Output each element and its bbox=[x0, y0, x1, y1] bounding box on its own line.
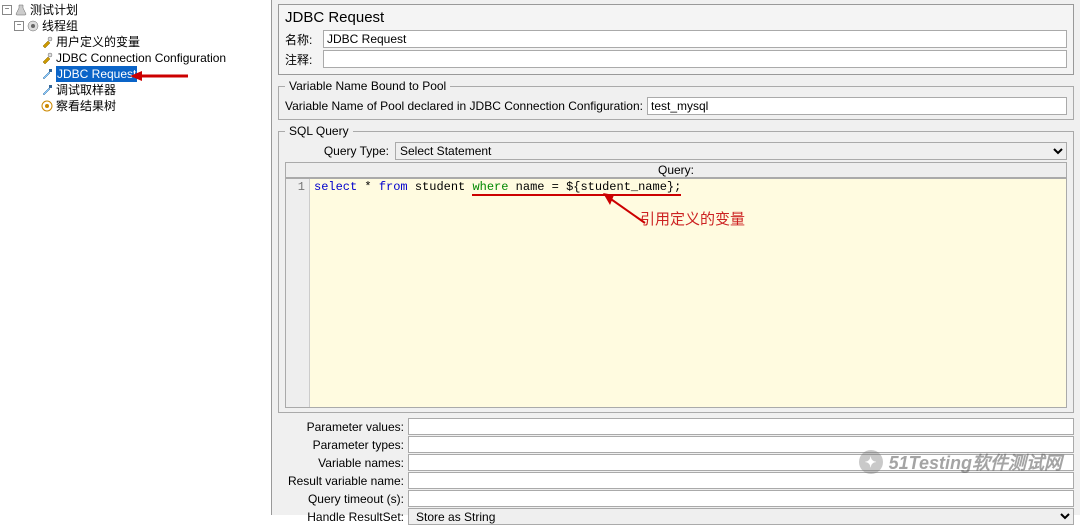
sql-fieldset: SQL Query Query Type: Select Statement Q… bbox=[278, 124, 1074, 413]
result-var-label: Result variable name: bbox=[278, 474, 408, 488]
pipette-icon bbox=[40, 83, 54, 97]
param-types-input[interactable] bbox=[408, 436, 1074, 453]
sql-code[interactable]: select * from student where name = ${stu… bbox=[310, 179, 1066, 407]
header-box: JDBC Request 名称: 注释: bbox=[278, 4, 1074, 75]
handle-rs-select[interactable]: Store as String bbox=[408, 508, 1074, 525]
timeout-label: Query timeout (s): bbox=[278, 492, 408, 506]
tree-label: 线程组 bbox=[42, 18, 78, 34]
query-cell-header: Query: bbox=[285, 162, 1067, 178]
bottom-form: Parameter values: Parameter types: Varia… bbox=[272, 415, 1080, 530]
wrench-icon bbox=[40, 51, 54, 65]
name-label: 名称: bbox=[285, 31, 323, 48]
tree-node-resultstree[interactable]: 察看结果树 bbox=[0, 98, 271, 114]
comment-input[interactable] bbox=[323, 50, 1067, 68]
collapse-icon[interactable]: − bbox=[2, 5, 12, 15]
scope-icon bbox=[40, 99, 54, 113]
tree-node-uservars[interactable]: 用户定义的变量 bbox=[0, 34, 271, 50]
query-type-label: Query Type: bbox=[285, 144, 395, 158]
param-types-label: Parameter types: bbox=[278, 438, 408, 452]
comment-label: 注释: bbox=[285, 51, 323, 68]
tree-node-jdbcrequest[interactable]: JDBC Request bbox=[0, 66, 271, 82]
param-values-label: Parameter values: bbox=[278, 420, 408, 434]
tree-panel: − 测试计划 − 线程组 用户定义的变量 JDBC Connection Con… bbox=[0, 0, 272, 515]
wrench-icon bbox=[40, 35, 54, 49]
pool-legend: Variable Name Bound to Pool bbox=[285, 79, 450, 93]
tree-label: JDBC Connection Configuration bbox=[56, 50, 226, 66]
main-panel: JDBC Request 名称: 注释: Variable Name Bound… bbox=[272, 0, 1080, 515]
pipette-icon bbox=[40, 67, 54, 81]
var-names-label: Variable names: bbox=[278, 456, 408, 470]
result-var-input[interactable] bbox=[408, 472, 1074, 489]
collapse-icon[interactable]: − bbox=[14, 21, 24, 31]
tree-node-debug[interactable]: 调试取样器 bbox=[0, 82, 271, 98]
pool-input[interactable] bbox=[647, 97, 1067, 115]
pool-label: Variable Name of Pool declared in JDBC C… bbox=[285, 99, 643, 113]
arrow-annotation-icon bbox=[600, 193, 650, 227]
sql-editor[interactable]: 1 select * from student where name = ${s… bbox=[285, 178, 1067, 408]
tree-node-threadgroup[interactable]: − 线程组 bbox=[0, 18, 271, 34]
handle-rs-label: Handle ResultSet: bbox=[278, 510, 408, 524]
flask-icon bbox=[14, 3, 28, 17]
var-names-input[interactable] bbox=[408, 454, 1074, 471]
pool-fieldset: Variable Name Bound to Pool Variable Nam… bbox=[278, 79, 1074, 120]
annotation-text: 引用定义的变量 bbox=[640, 213, 745, 228]
tree-label: 调试取样器 bbox=[56, 82, 116, 98]
sql-legend: SQL Query bbox=[285, 124, 353, 138]
timeout-input[interactable] bbox=[408, 490, 1074, 507]
tree-label-selected: JDBC Request bbox=[56, 66, 137, 82]
tree-node-testplan[interactable]: − 测试计划 bbox=[0, 2, 271, 18]
tree-label: 察看结果树 bbox=[56, 98, 116, 114]
page-title: JDBC Request bbox=[285, 9, 1067, 26]
query-type-select[interactable]: Select Statement bbox=[395, 142, 1067, 160]
name-input[interactable] bbox=[323, 30, 1067, 48]
tree-node-jdbcconfig[interactable]: JDBC Connection Configuration bbox=[0, 50, 271, 66]
tree-label: 测试计划 bbox=[30, 2, 78, 18]
tree-label: 用户定义的变量 bbox=[56, 34, 140, 50]
line-gutter: 1 bbox=[286, 179, 310, 407]
param-values-input[interactable] bbox=[408, 418, 1074, 435]
gear-icon bbox=[26, 19, 40, 33]
